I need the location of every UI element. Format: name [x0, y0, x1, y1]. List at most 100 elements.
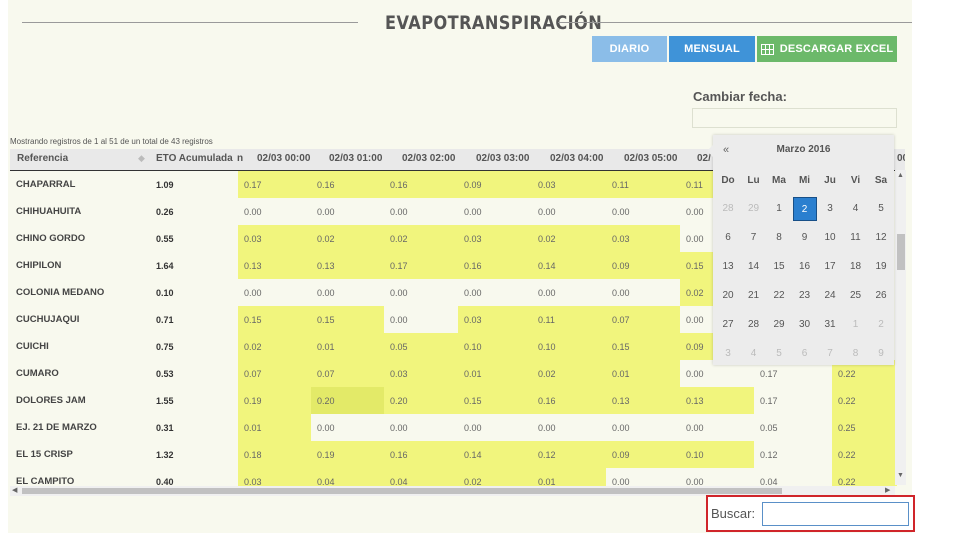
calendar-day[interactable]: 5 — [767, 342, 791, 366]
calendar-day[interactable]: 28 — [716, 197, 740, 221]
scroll-up-icon[interactable]: ▲ — [897, 172, 904, 179]
cell-hourly-value: 0.02 — [311, 225, 384, 252]
column-header[interactable]: n — [237, 153, 243, 164]
cell-hourly-value: 0.01 — [238, 414, 311, 441]
calendar-day[interactable]: 13 — [716, 255, 740, 279]
cell-hourly-value: 0.17 — [384, 252, 458, 279]
vertical-scrollbar[interactable]: ▲ ▼ — [895, 170, 906, 485]
cell-eto-acumulada: 0.40 — [156, 476, 174, 487]
calendar-month-title[interactable]: Marzo 2016 — [713, 144, 894, 155]
calendar-day[interactable]: 3 — [818, 197, 842, 221]
calendar-day[interactable]: 16 — [793, 255, 817, 279]
cell-referencia: CHINO GORDO — [16, 233, 86, 244]
cell-hourly-value: 0.13 — [238, 252, 311, 279]
calendar-day[interactable]: 3 — [716, 342, 740, 366]
search-input[interactable] — [762, 502, 909, 526]
table-row[interactable]: DOLORES JAM 1.55 0.19 0.20 0.20 0.15 0.16 0.13 0… — [10, 387, 897, 414]
calendar-day[interactable]: 25 — [844, 284, 868, 308]
cell-referencia: COLONIA MEDANO — [16, 287, 105, 298]
cell-hourly-value: 0.02 — [532, 225, 606, 252]
calendar-day[interactable]: 24 — [818, 284, 842, 308]
date-picker[interactable]: Marzo 2016 « Do Lu Ma Mi Ju Vi Sa 28 29 1 2 3 4 5 6 7 8 9… — [707, 135, 894, 366]
download-excel-button[interactable]: DESCARGAR EXCEL — [757, 36, 897, 62]
calendar-day[interactable]: 2 — [869, 313, 893, 337]
calendar-day[interactable]: 22 — [767, 284, 791, 308]
calendar-day[interactable]: 5 — [869, 197, 893, 221]
calendar-day[interactable]: 20 — [716, 284, 740, 308]
search-label: Buscar: — [711, 506, 756, 521]
cell-hourly-value: 0.10 — [680, 441, 754, 468]
scroll-left-icon[interactable]: ◀ — [12, 486, 17, 494]
calendar-day[interactable]: 15 — [767, 255, 791, 279]
cell-hourly-value: 0.04 — [384, 468, 458, 486]
cell-hourly-value: 0.00 — [686, 476, 704, 487]
column-header[interactable]: 02/03 05:00 — [624, 153, 677, 164]
cell-hourly-value: 0.00 — [538, 206, 556, 217]
column-header[interactable]: Referencia — [17, 153, 68, 164]
cell-hourly-value: 0.16 — [384, 441, 458, 468]
vertical-scroll-thumb[interactable] — [897, 234, 905, 270]
calendar-day[interactable]: 12 — [869, 226, 893, 250]
calendar-day[interactable]: 9 — [793, 226, 817, 250]
column-header[interactable]: 02/03 04:00 — [550, 153, 603, 164]
calendar-day[interactable]: 29 — [742, 197, 766, 221]
calendar-day[interactable]: 19 — [869, 255, 893, 279]
column-header[interactable]: 02/03 01:00 — [329, 153, 382, 164]
calendar-day[interactable]: 8 — [767, 226, 791, 250]
table-row[interactable]: EL 15 CRISP 1.32 0.18 0.19 0.16 0.14 0.12 0.09 0… — [10, 441, 897, 468]
column-header[interactable]: 02/03 00:00 — [257, 153, 310, 164]
cell-hourly-value: 0.01 — [606, 360, 680, 387]
calendar-day[interactable]: 31 — [818, 313, 842, 337]
calendar-day[interactable]: 2 — [792, 197, 817, 221]
calendar-day[interactable]: 9 — [869, 342, 893, 366]
cell-hourly-value: 0.00 — [464, 206, 482, 217]
calendar-day[interactable]: 4 — [844, 197, 868, 221]
cell-hourly-value: 0.04 — [760, 476, 778, 487]
mensual-button[interactable]: MENSUAL — [669, 36, 755, 62]
calendar-day[interactable]: 28 — [742, 313, 766, 337]
cell-hourly-value: 0.17 — [238, 171, 311, 198]
calendar-day[interactable]: 1 — [767, 197, 791, 221]
calendar-day[interactable]: 26 — [869, 284, 893, 308]
column-header[interactable]: ETO Acumulada — [156, 153, 233, 164]
calendar-weekday: Ma — [772, 175, 786, 186]
cell-hourly-value: 0.20 — [384, 387, 458, 414]
calendar-day[interactable]: 6 — [793, 342, 817, 366]
calendar-day[interactable]: 21 — [742, 284, 766, 308]
calendar-day[interactable]: 6 — [716, 226, 740, 250]
cell-hourly-value: 0.14 — [458, 441, 532, 468]
scroll-down-icon[interactable]: ▼ — [897, 472, 904, 479]
calendar-day[interactable]: 29 — [767, 313, 791, 337]
calendar-day[interactable]: 30 — [793, 313, 817, 337]
calendar-day[interactable]: 7 — [742, 226, 766, 250]
cell-hourly-value: 0.00 — [686, 422, 704, 433]
title-line-left — [22, 22, 358, 23]
cell-hourly-value: 0.01 — [532, 468, 606, 486]
date-input[interactable] — [692, 108, 897, 128]
calendar-day[interactable]: 11 — [844, 226, 868, 250]
calendar-day[interactable]: 17 — [818, 255, 842, 279]
cell-hourly-value: 0.22 — [832, 441, 897, 468]
horizontal-scroll-thumb[interactable] — [22, 488, 782, 494]
column-header[interactable]: 00 — [897, 153, 905, 164]
calendar-day[interactable]: 4 — [742, 342, 766, 366]
calendar-day[interactable]: 27 — [716, 313, 740, 337]
calendar-day[interactable]: 14 — [742, 255, 766, 279]
calendar-day[interactable]: 1 — [844, 313, 868, 337]
calendar-day[interactable]: 7 — [818, 342, 842, 366]
cell-hourly-value: 0.01 — [311, 333, 384, 360]
double-chevron-left-icon[interactable]: « — [723, 144, 729, 156]
calendar-day[interactable]: 23 — [793, 284, 817, 308]
table-row[interactable]: EJ. 21 DE MARZO 0.31 0.01 0.00 0.00 0.00 0.00 0… — [10, 414, 897, 441]
scroll-right-icon[interactable]: ▶ — [885, 486, 890, 494]
cell-hourly-value: 0.09 — [458, 171, 532, 198]
table-row[interactable]: EL CAMPITO 0.40 0.03 0.04 0.04 0.02 0.01 0.00 0.… — [10, 468, 897, 486]
calendar-day[interactable]: 10 — [818, 226, 842, 250]
column-header[interactable]: 02/03 03:00 — [476, 153, 529, 164]
cell-hourly-value: 0.07 — [238, 360, 311, 387]
calendar-day[interactable]: 8 — [844, 342, 868, 366]
column-header[interactable]: 02/03 02:00 — [402, 153, 455, 164]
sort-icon[interactable]: ◆ — [138, 153, 145, 164]
calendar-day[interactable]: 18 — [844, 255, 868, 279]
diario-button[interactable]: DIARIO — [592, 36, 667, 62]
